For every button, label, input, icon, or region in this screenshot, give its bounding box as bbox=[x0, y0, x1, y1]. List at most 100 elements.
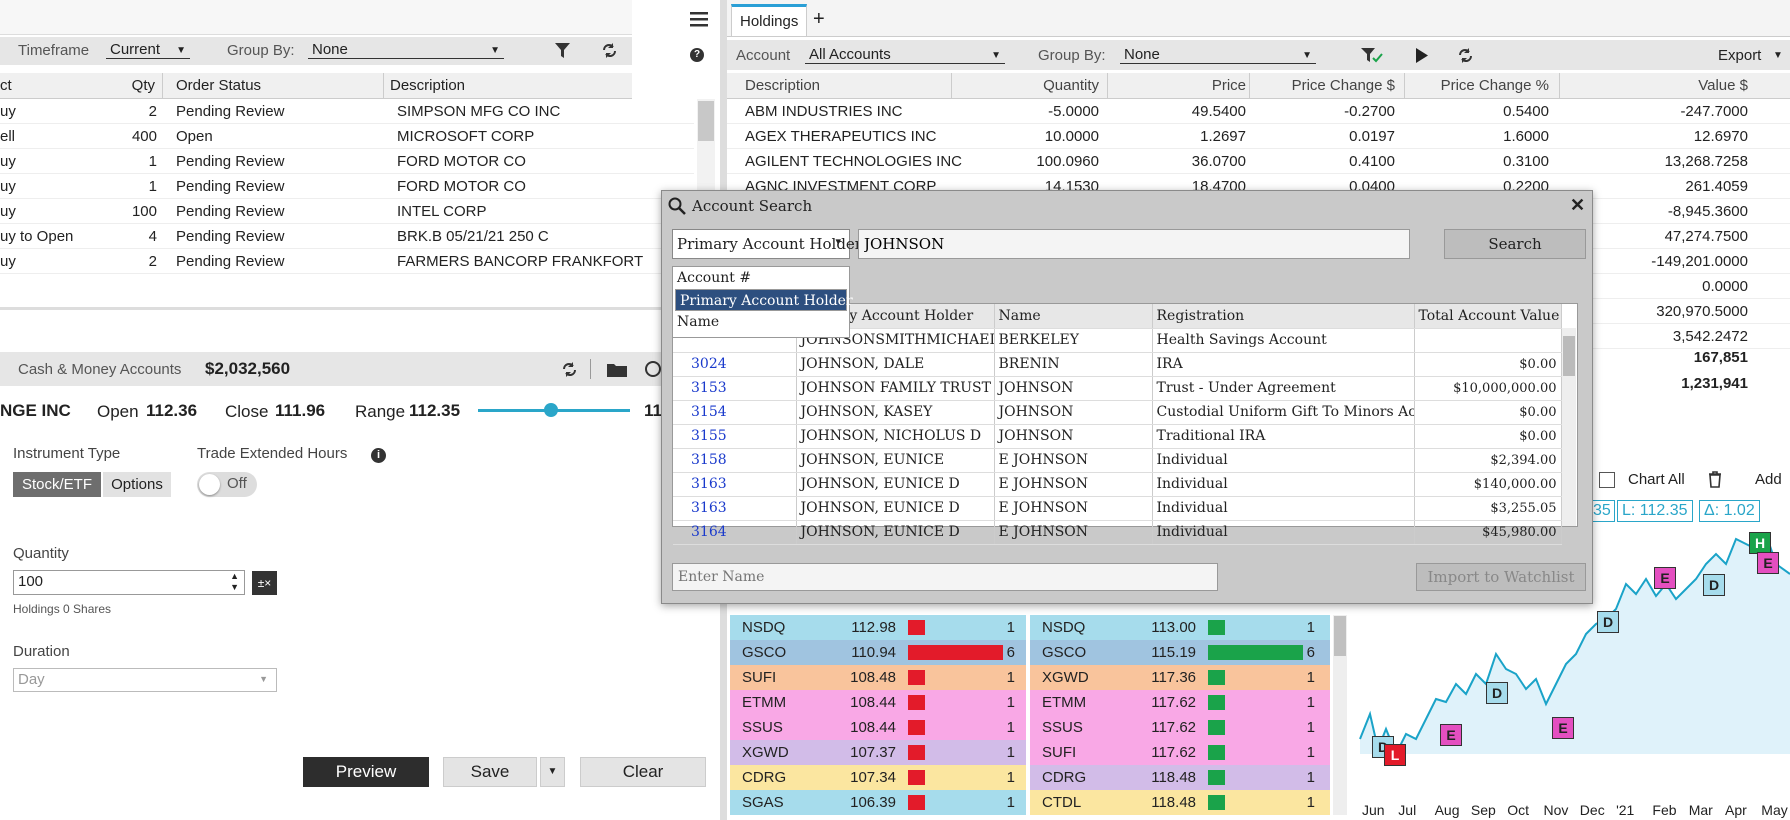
save-button[interactable]: Save bbox=[443, 757, 537, 787]
dropdown-option[interactable]: Name bbox=[673, 311, 849, 333]
level2-asks-row[interactable]: CTDL 118.48 1 bbox=[1030, 790, 1330, 815]
marker-h[interactable]: H bbox=[1749, 532, 1771, 554]
level2-asks-row[interactable]: GSCO 115.19 6 bbox=[1030, 640, 1330, 665]
table-row[interactable]: 3154 JOHNSON, KASEY JOHNSON Custodial Unifo… bbox=[673, 400, 1562, 425]
col-qty[interactable]: Qty bbox=[110, 77, 155, 94]
level2-bids-row[interactable]: XGWD 107.37 1 bbox=[730, 740, 1026, 765]
level2-bids-row[interactable]: ETMM 108.44 1 bbox=[730, 690, 1026, 715]
level2-asks-row[interactable]: NSDQ 113.00 1 bbox=[1030, 615, 1330, 640]
table-row[interactable]: 3024 JOHNSON, DALE BRENIN IRA $0.00 bbox=[673, 352, 1562, 377]
marker-e[interactable]: E bbox=[1757, 552, 1779, 574]
dropdown-option[interactable]: Primary Account Holder bbox=[675, 289, 853, 311]
holdings-col-0[interactable]: Description bbox=[745, 77, 945, 94]
search-button[interactable]: Search bbox=[1444, 229, 1586, 259]
hamburger-menu-icon[interactable] bbox=[690, 12, 710, 28]
holdings-groupby-select[interactable]: None ▼ bbox=[1120, 46, 1316, 64]
col-action[interactable]: ct bbox=[0, 77, 12, 94]
table-row[interactable]: AGILENT TECHNOLOGIES INC 100.0960 36.0700 0… bbox=[727, 149, 1790, 174]
tab-holdings[interactable]: Holdings bbox=[731, 4, 808, 36]
results-col-3[interactable]: Registration bbox=[1152, 304, 1415, 329]
holdings-col-3[interactable]: Price Change $ bbox=[1257, 77, 1395, 94]
level2-bids-row[interactable]: NSDQ 112.98 1 bbox=[730, 615, 1026, 640]
search-field-select[interactable]: Primary Account Holder ▾ bbox=[672, 229, 862, 259]
level2-bids-row[interactable]: SSUS 108.44 1 bbox=[730, 715, 1026, 740]
level2-scrollbar[interactable] bbox=[1333, 615, 1347, 815]
trash-icon[interactable] bbox=[1708, 471, 1722, 488]
results-scrollbar[interactable] bbox=[1562, 328, 1576, 526]
holdings-col-2[interactable]: Price bbox=[1115, 77, 1246, 94]
table-row[interactable]: uy 2 Pending Review SIMPSON MFG CO INC bbox=[0, 99, 694, 124]
level2-bids-row[interactable]: CDRG 107.34 1 bbox=[730, 765, 1026, 790]
table-row[interactable]: 3158 JOHNSON, EUNICE E JOHNSON Individual $2… bbox=[673, 448, 1562, 473]
play-icon[interactable] bbox=[1415, 48, 1429, 63]
import-to-watchlist-button[interactable]: Import to Watchlist bbox=[1416, 563, 1586, 591]
level2-bids-row[interactable]: SGAS 106.39 1 bbox=[730, 790, 1026, 815]
add-button[interactable]: Add bbox=[1755, 471, 1782, 488]
name-input[interactable] bbox=[672, 563, 1218, 591]
marker-d[interactable]: D bbox=[1597, 611, 1619, 633]
results-col-4[interactable]: Total Account Value bbox=[1414, 304, 1562, 329]
holdings-col-4[interactable]: Price Change % bbox=[1412, 77, 1549, 94]
dropdown-option[interactable]: Account # bbox=[673, 267, 849, 289]
quantity-stepper[interactable]: 100 ▲ ▼ bbox=[13, 570, 245, 595]
table-row[interactable]: AGEX THERAPEUTICS INC 10.0000 1.2697 0.0197… bbox=[727, 124, 1790, 149]
marker-d[interactable]: D bbox=[1486, 682, 1508, 704]
table-row[interactable]: 3163 JOHNSON, EUNICE DE JOHNSON Individual… bbox=[673, 496, 1562, 521]
level2-bids-row[interactable]: GSCO 110.94 6 bbox=[730, 640, 1026, 665]
level2-asks-row[interactable]: CDRG 118.48 1 bbox=[1030, 765, 1330, 790]
add-tab-icon[interactable]: + bbox=[813, 8, 825, 31]
marker-e[interactable]: E bbox=[1440, 724, 1462, 746]
level2-asks-row[interactable]: SUFI 117.62 1 bbox=[1030, 740, 1330, 765]
folder-icon[interactable] bbox=[607, 362, 627, 377]
col-description[interactable]: Description bbox=[390, 77, 465, 94]
refresh-icon[interactable] bbox=[1457, 47, 1474, 64]
clear-button[interactable]: Clear bbox=[580, 757, 706, 787]
options-button[interactable]: Options bbox=[103, 472, 171, 497]
chart-all-checkbox[interactable] bbox=[1599, 472, 1615, 488]
marker-e[interactable]: E bbox=[1654, 567, 1676, 589]
filter-check-icon[interactable] bbox=[1361, 48, 1383, 64]
info-icon[interactable]: i bbox=[371, 448, 386, 463]
table-row[interactable]: ABM INDUSTRIES INC -5.0000 49.5400 -0.2700 0… bbox=[727, 99, 1790, 124]
marker-e[interactable]: E bbox=[1552, 717, 1574, 739]
chevron-down-icon[interactable]: ▼ bbox=[1773, 50, 1783, 61]
level2-bids-row[interactable]: SUFI 108.48 1 bbox=[730, 665, 1026, 690]
holdings-col-5[interactable]: Value $ bbox=[1567, 77, 1748, 94]
sync-icon[interactable] bbox=[644, 360, 662, 378]
duration-select[interactable]: Day ▼ bbox=[13, 668, 277, 692]
table-row[interactable]: uy to Open 4 Pending Review BRK.B 05/21/21 … bbox=[0, 224, 694, 249]
marker-l[interactable]: L bbox=[1384, 744, 1406, 766]
results-col-2[interactable]: Name bbox=[994, 304, 1153, 329]
export-button[interactable]: Export bbox=[1718, 47, 1761, 64]
col-order-status[interactable]: Order Status bbox=[176, 77, 261, 94]
extended-hours-toggle[interactable]: Off bbox=[197, 472, 257, 497]
calculator-icon[interactable]: ±× bbox=[252, 571, 277, 595]
close-icon[interactable]: ✕ bbox=[1570, 195, 1585, 216]
help-icon[interactable]: ? bbox=[690, 48, 704, 62]
table-row[interactable]: 3153 JOHNSON FAMILY TRUST JOHNSON Trust - U… bbox=[673, 376, 1562, 401]
level2-asks-row[interactable]: XGWD 117.36 1 bbox=[1030, 665, 1330, 690]
marker-d[interactable]: D bbox=[1703, 574, 1725, 596]
holdings-col-1[interactable]: Quantity bbox=[959, 77, 1099, 94]
range-slider-thumb[interactable] bbox=[544, 403, 558, 417]
table-row[interactable]: 3163 JOHNSON, EUNICE DE JOHNSON Individual… bbox=[673, 472, 1562, 497]
table-row[interactable]: uy 1 Pending Review FORD MOTOR CO bbox=[0, 174, 694, 199]
filter-icon[interactable] bbox=[555, 43, 570, 58]
level2-asks-row[interactable]: ETMM 117.62 1 bbox=[1030, 690, 1330, 715]
level2-asks-row[interactable]: SSUS 117.62 1 bbox=[1030, 715, 1330, 740]
table-row[interactable]: ell 400 Open MICROSOFT CORP bbox=[0, 124, 694, 149]
stepper-arrows-icon[interactable]: ▲ ▼ bbox=[230, 571, 239, 593]
save-dropdown-icon[interactable]: ▼ bbox=[540, 757, 565, 787]
splitter[interactable] bbox=[0, 307, 720, 310]
table-row[interactable]: uy 100 Pending Review INTEL CORP bbox=[0, 199, 694, 224]
preview-button[interactable]: Preview bbox=[303, 757, 429, 787]
table-row[interactable]: uy 2 Pending Review FARMERS BANCORP FRANKFO… bbox=[0, 249, 694, 274]
table-row[interactable]: 3164 JOHNSON, EUNICE DE JOHNSON Individual… bbox=[673, 520, 1562, 545]
table-row[interactable]: uy 1 Pending Review FORD MOTOR CO bbox=[0, 149, 694, 174]
stock-etf-button[interactable]: Stock/ETF bbox=[13, 472, 101, 497]
groupby-select[interactable]: None ▼ bbox=[308, 41, 504, 59]
table-row[interactable]: 3155 JOHNSON, NICHOLUS D JOHNSON Traditiona… bbox=[673, 424, 1562, 449]
account-select[interactable]: All Accounts ▼ bbox=[805, 46, 1005, 64]
search-input[interactable] bbox=[858, 229, 1410, 259]
refresh-icon[interactable] bbox=[561, 361, 578, 378]
